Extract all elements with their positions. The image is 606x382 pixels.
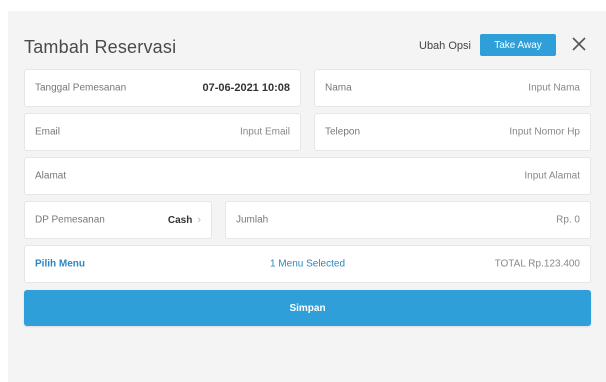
- chevron-right-icon: ›: [197, 214, 201, 226]
- page-title: Tambah Reservasi: [24, 37, 177, 57]
- telepon-field[interactable]: Telepon Input Nomor Hp: [314, 113, 591, 151]
- simpan-button[interactable]: Simpan: [24, 290, 591, 326]
- alamat-field[interactable]: Alamat Input Alamat: [24, 157, 591, 195]
- alamat-placeholder: Input Alamat: [524, 170, 580, 182]
- nama-placeholder: Input Nama: [528, 82, 580, 94]
- dp-value: Cash: [167, 214, 193, 226]
- jumlah-field[interactable]: Jumlah Rp. 0: [225, 201, 591, 239]
- jumlah-label: Jumlah: [236, 214, 269, 226]
- jumlah-value: Rp. 0: [556, 214, 580, 226]
- tanggal-pemesanan-field[interactable]: Tanggal Pemesanan 07-06-2021 10:08: [24, 69, 301, 107]
- telepon-placeholder: Input Nomor Hp: [509, 126, 580, 138]
- dp-label: DP Pemesanan: [35, 214, 105, 226]
- tanggal-label: Tanggal Pemesanan: [35, 82, 127, 94]
- close-icon[interactable]: [570, 35, 588, 53]
- nama-field[interactable]: Nama Input Nama: [314, 69, 591, 107]
- menu-selected-count: 1 Menu Selected: [269, 258, 346, 270]
- email-label: Email: [35, 126, 61, 138]
- dp-pemesanan-field[interactable]: DP Pemesanan Cash ›: [24, 201, 212, 239]
- menu-total: TOTAL Rp.123.400: [494, 258, 580, 270]
- alamat-label: Alamat: [35, 170, 67, 182]
- ubah-opsi-label[interactable]: Ubah Opsi: [419, 40, 471, 52]
- tanggal-value: 07-06-2021 10:08: [202, 82, 290, 94]
- menu-selection-row[interactable]: Pilih Menu 1 Menu Selected TOTAL Rp.123.…: [24, 245, 591, 283]
- email-field[interactable]: Email Input Email: [24, 113, 301, 151]
- pilih-menu-link[interactable]: Pilih Menu: [35, 259, 85, 270]
- dp-payment-select[interactable]: Cash ›: [168, 214, 201, 226]
- take-away-button[interactable]: Take Away: [480, 34, 556, 56]
- reservation-modal: [8, 11, 606, 382]
- nama-label: Nama: [325, 82, 352, 94]
- email-placeholder: Input Email: [239, 126, 290, 138]
- telepon-label: Telepon: [325, 126, 361, 138]
